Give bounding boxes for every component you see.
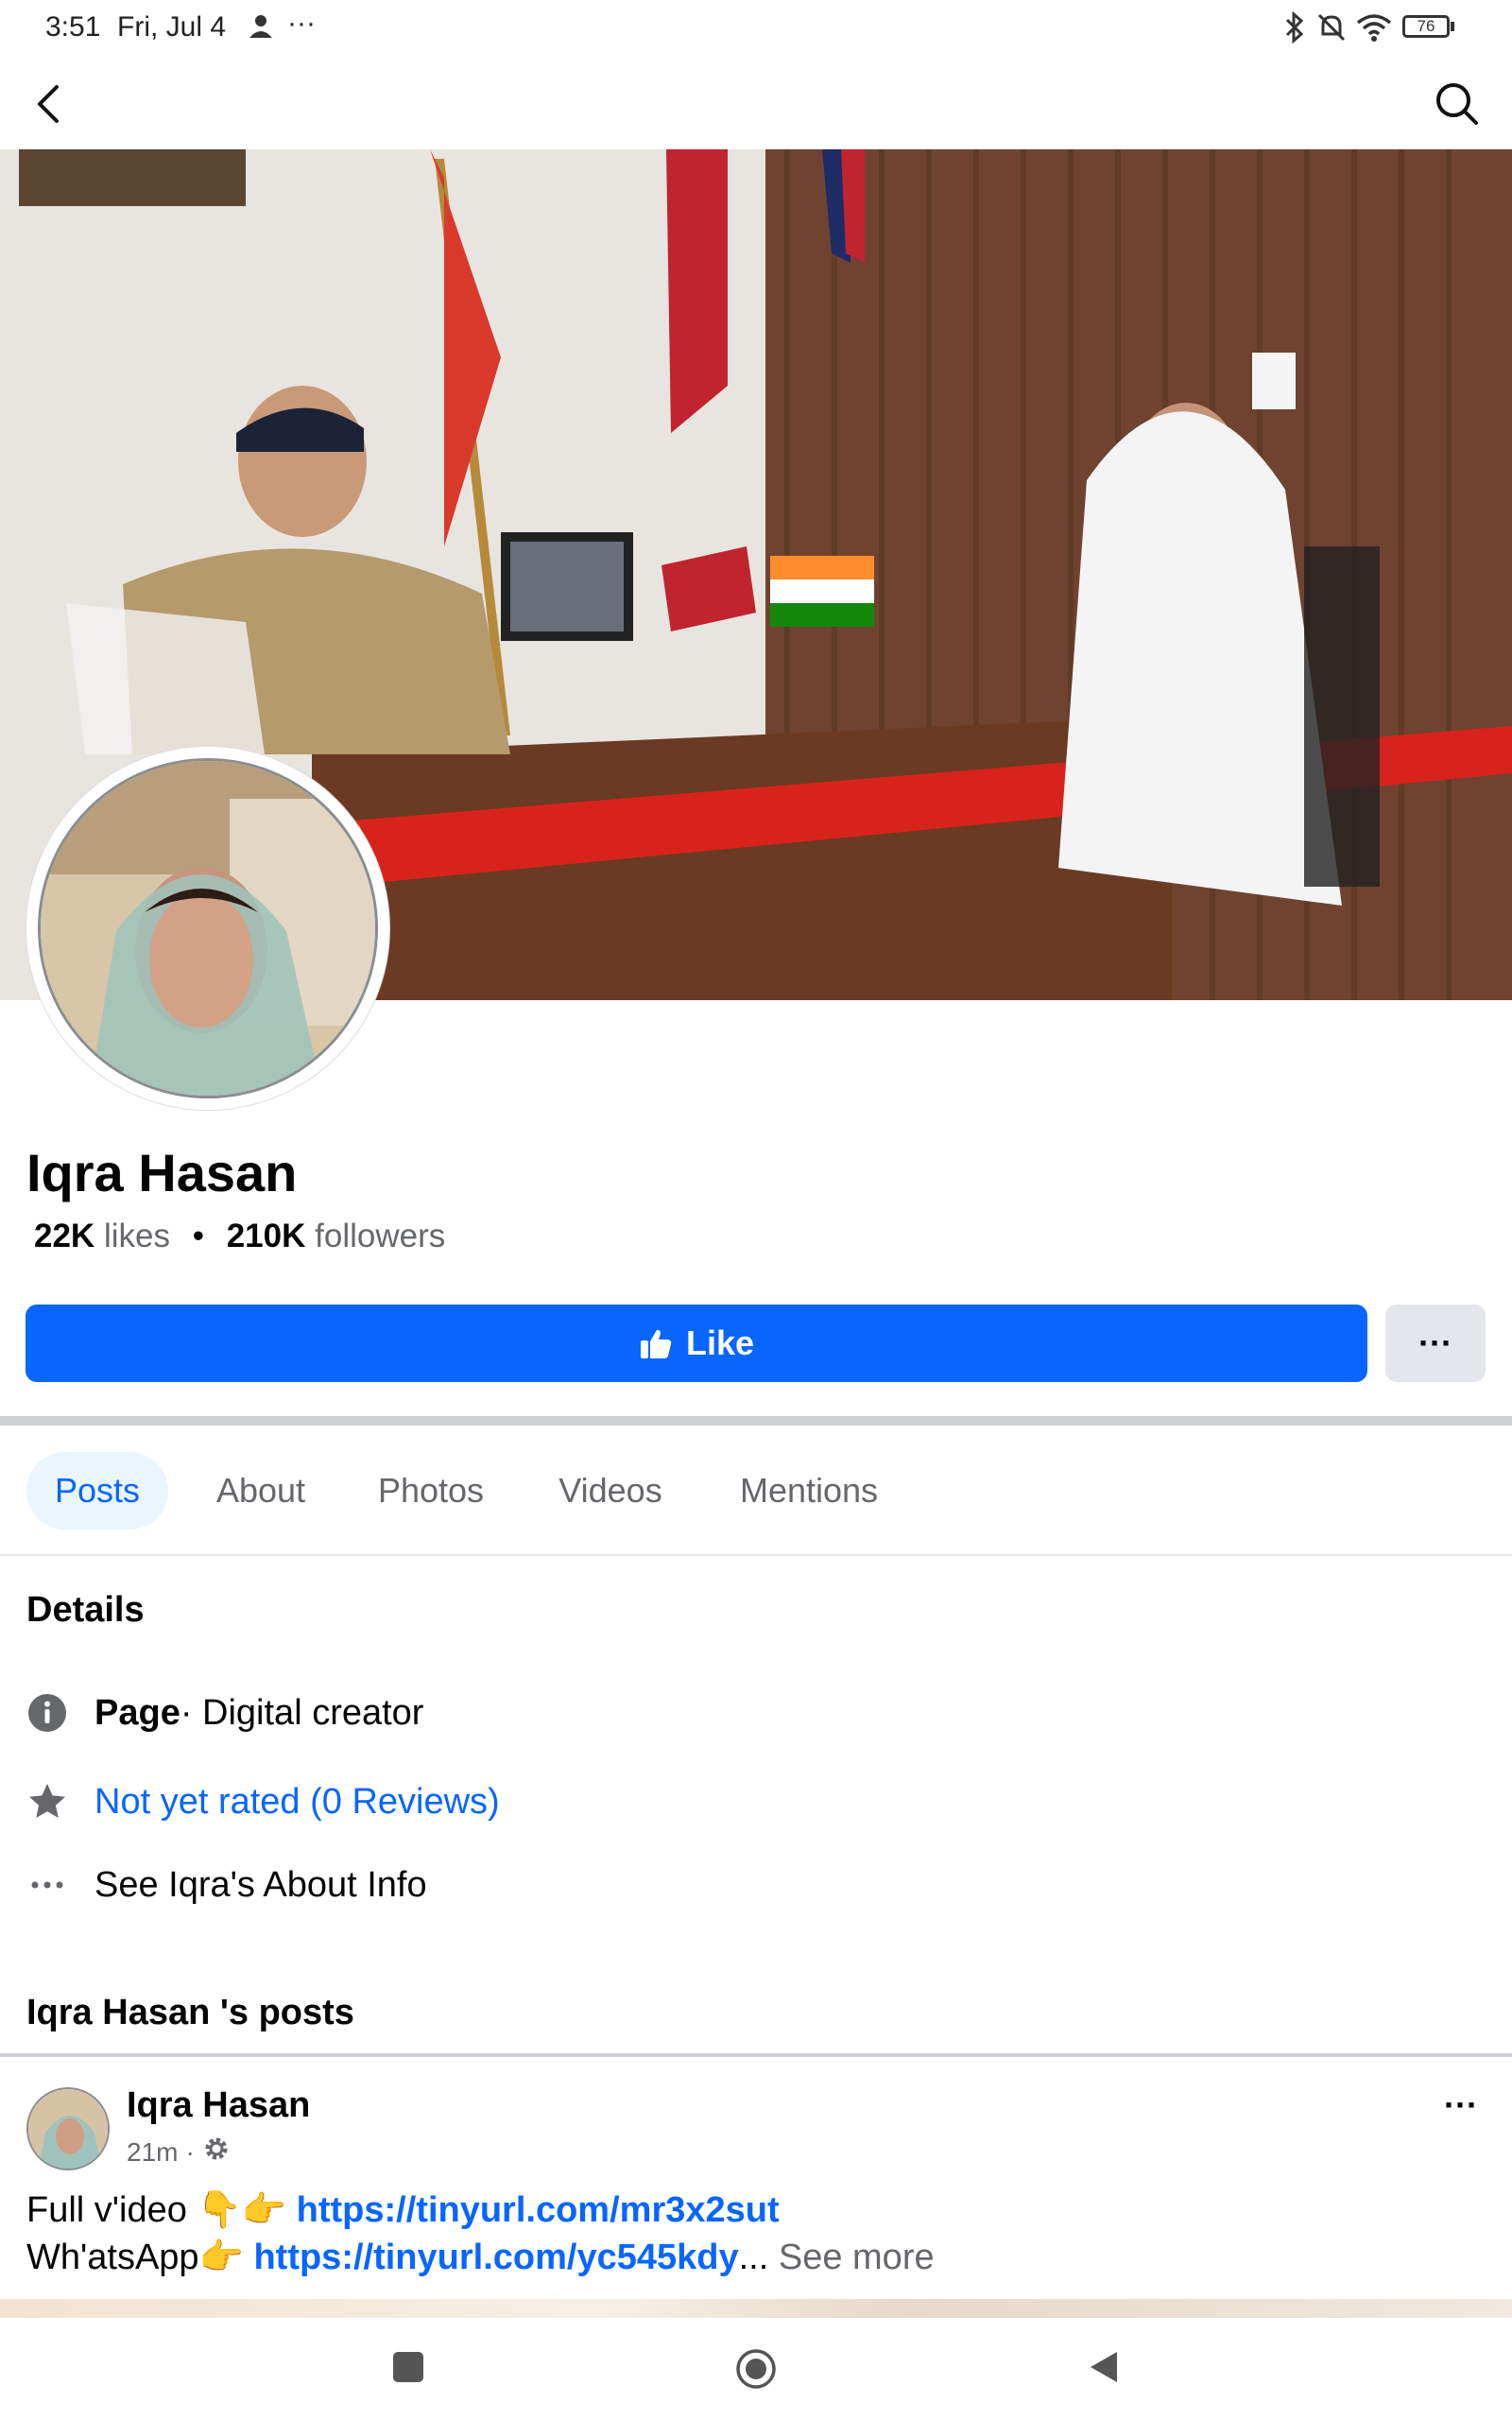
tab-about[interactable]: About (195, 1452, 327, 1530)
stats-separator: • (192, 1218, 204, 1254)
battery-tip (1451, 22, 1454, 31)
settings-gear-icon (202, 2135, 231, 2169)
home-button[interactable] (735, 2348, 777, 2390)
tab-videos[interactable]: Videos (535, 1452, 686, 1530)
page-category: · Digital creator (180, 1692, 424, 1733)
status-date: Fri, Jul 4 (117, 11, 227, 43)
bluetooth-icon (1283, 10, 1306, 48)
post-author-avatar[interactable] (26, 2087, 110, 2170)
detail-row-rating[interactable]: Not yet rated (0 Reviews) (26, 1773, 500, 1830)
post-text-line-2: Wh'atsApp👉 https://tinyurl.com/yc545kdy.… (26, 2237, 935, 2278)
post-text-line-1: Full v'ideo 👇👉 https://tinyurl.com/mr3x2… (26, 2189, 780, 2231)
more-horizontal-icon (26, 1864, 68, 1906)
system-back-button[interactable] (1087, 2348, 1121, 2386)
status-bar: 3:51 Fri, Jul 4 ··· 76 (0, 0, 1512, 59)
silent-bell-icon (1315, 11, 1348, 48)
detail-row-category: Page · Digital creator (26, 1685, 423, 1741)
post-meta: 21m · (127, 2135, 231, 2169)
post-avatar-portrait (28, 2089, 108, 2169)
like-button-label: Like (685, 1323, 755, 1362)
status-time: 3:51 (45, 11, 101, 43)
see-more-link[interactable]: See more (779, 2238, 935, 2277)
recents-button[interactable] (393, 2352, 423, 2382)
back-button[interactable] (19, 68, 79, 140)
likes-label: likes (103, 1218, 170, 1254)
search-icon (1436, 83, 1478, 125)
post-ellipsis: ... (738, 2238, 769, 2277)
section-divider (0, 1416, 1512, 1426)
post-text-video: Full v'ideo (26, 2190, 198, 2230)
posts-heading: Iqra Hasan 's posts (26, 1993, 354, 2032)
tab-mentions[interactable]: Mentions (716, 1452, 902, 1530)
about-info-link[interactable]: See Iqra's About Info (94, 1865, 427, 1906)
post-meta-separator: · (185, 2136, 195, 2167)
post-text-whatsapp: Wh'atsApp (26, 2238, 199, 2277)
avatar-portrait (41, 761, 375, 1096)
post-time: 21m (127, 2136, 179, 2167)
home-circle-icon (736, 2349, 776, 2389)
info-icon (26, 1692, 68, 1734)
more-icon: ··· (1418, 1323, 1452, 1362)
account-notification-icon (248, 11, 278, 46)
profile-avatar-photo (38, 758, 378, 1098)
search-button[interactable] (1425, 68, 1489, 140)
post-author-name[interactable]: Iqra Hasan (127, 2085, 310, 2126)
posts-divider (0, 2053, 1512, 2057)
video-link[interactable]: https://tinyurl.com/mr3x2sut (297, 2190, 780, 2230)
post-menu-button[interactable]: ··· (1444, 2085, 1478, 2125)
battery-level: 76 (1417, 17, 1435, 35)
star-icon (26, 1781, 68, 1823)
followers-count: 210K (226, 1218, 306, 1254)
back-triangle-icon (1091, 2352, 1117, 2382)
page-type: Page (94, 1692, 180, 1733)
rating-link[interactable]: Not yet rated (0 Reviews) (94, 1782, 500, 1823)
followers-label: followers (315, 1218, 446, 1254)
tabs-divider (0, 1554, 1512, 1556)
whatsapp-link[interactable]: https://tinyurl.com/yc545kdy (253, 2238, 738, 2277)
tab-photos[interactable]: Photos (355, 1452, 507, 1530)
pointing-emoji: 👉 (198, 2238, 244, 2277)
page-title: Iqra Hasan (26, 1143, 298, 1202)
wifi-icon (1355, 11, 1393, 48)
post-image[interactable] (0, 2299, 1512, 2318)
detail-row-about[interactable]: See Iqra's About Info (26, 1857, 427, 1913)
details-heading: Details (26, 1590, 145, 1630)
profile-stats: 22K likes • 210K followers (34, 1218, 445, 1255)
thumbs-up-icon (640, 1329, 672, 1358)
like-button[interactable]: Like (26, 1305, 1367, 1382)
status-more-icon: ··· (287, 8, 316, 39)
tab-posts[interactable]: Posts (26, 1452, 168, 1530)
chevron-left-icon (38, 85, 59, 123)
battery-icon: 76 (1402, 15, 1450, 38)
more-options-button[interactable]: ··· (1385, 1305, 1486, 1382)
pointing-emoji: 👇👉 (197, 2190, 287, 2230)
likes-count: 22K (34, 1218, 95, 1254)
profile-avatar[interactable] (26, 747, 389, 1110)
